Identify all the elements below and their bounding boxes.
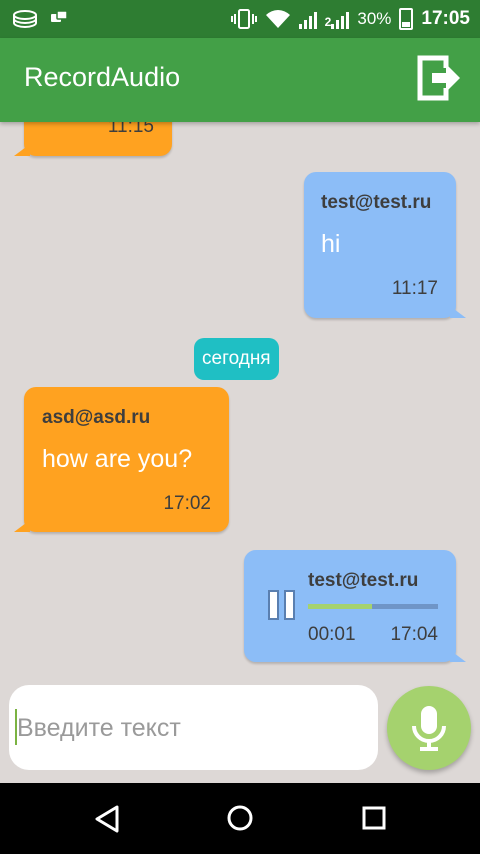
sim2-label: 2 bbox=[324, 15, 332, 29]
signal-sim1-icon bbox=[298, 9, 317, 29]
recents-button[interactable] bbox=[334, 783, 414, 854]
audio-elapsed: 00:01 bbox=[308, 624, 356, 645]
mic-icon bbox=[412, 706, 446, 751]
pause-icon-bar bbox=[284, 590, 295, 620]
message-outgoing[interactable]: test@test.ru hi 11:17 bbox=[304, 172, 466, 318]
wifi-icon bbox=[265, 10, 290, 28]
chat-notification-icon bbox=[51, 10, 68, 22]
message-time: 17:02 bbox=[163, 493, 211, 514]
home-button[interactable] bbox=[200, 783, 280, 854]
signal-sim2-icon bbox=[331, 9, 350, 29]
back-button[interactable] bbox=[67, 783, 147, 854]
audio-progress-bar[interactable] bbox=[308, 604, 438, 609]
exit-icon bbox=[417, 55, 460, 101]
record-button[interactable] bbox=[387, 686, 471, 770]
exit-button[interactable] bbox=[416, 52, 462, 104]
home-icon bbox=[227, 805, 253, 831]
message-time: 11:17 bbox=[391, 278, 438, 299]
message-sender: asd@asd.ru bbox=[42, 407, 151, 428]
message-time: 17:04 bbox=[390, 624, 438, 645]
audio-progress-fill bbox=[308, 604, 372, 609]
status-time: 17:05 bbox=[421, 8, 470, 29]
battery-icon bbox=[399, 8, 414, 30]
pause-button[interactable] bbox=[268, 590, 298, 620]
message-sender: test@test.ru bbox=[308, 570, 419, 591]
message-text: hi bbox=[321, 230, 341, 258]
app-title: RecordAudio bbox=[24, 62, 181, 92]
date-separator: сегодня bbox=[194, 338, 279, 380]
message-sender: test@test.ru bbox=[321, 192, 432, 213]
storage-icon bbox=[13, 10, 37, 29]
message-text: how are you? bbox=[42, 445, 193, 473]
recents-icon bbox=[362, 806, 386, 830]
message-list[interactable]: 11:15 test@test.ru hi 11:17 сегодня asd@… bbox=[0, 122, 480, 678]
message-input-placeholder: Введите текст bbox=[17, 714, 181, 742]
app-bar: RecordAudio bbox=[0, 38, 480, 122]
message-time: 11:15 bbox=[107, 122, 154, 137]
pause-icon bbox=[268, 590, 279, 620]
message-incoming[interactable]: asd@asd.ru how are you? 17:02 bbox=[14, 387, 229, 532]
message-input[interactable]: Введите текст bbox=[9, 685, 378, 770]
navigation-bar bbox=[0, 783, 480, 854]
audio-message[interactable]: test@test.ru 00:01 17:04 bbox=[244, 550, 466, 662]
status-bar: 2 30% 17:05 bbox=[0, 0, 480, 38]
vibrate-icon bbox=[230, 9, 257, 29]
back-icon bbox=[95, 805, 119, 833]
message-incoming[interactable]: 11:15 bbox=[14, 122, 172, 156]
battery-percent: 30% bbox=[357, 9, 392, 28]
notification-icons bbox=[12, 9, 68, 29]
